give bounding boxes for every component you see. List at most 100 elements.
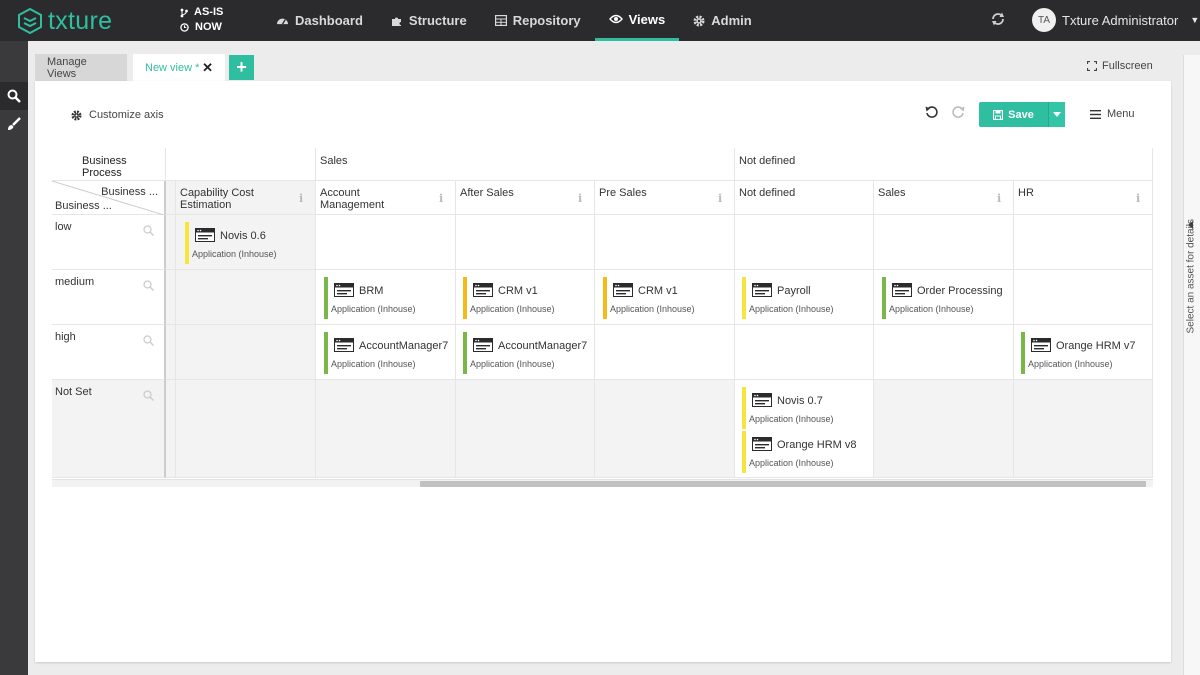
row-header[interactable]: high: [52, 325, 166, 380]
info-icon[interactable]: i: [1136, 193, 1142, 205]
matrix-cell: [1014, 215, 1153, 270]
details-sidepanel[interactable]: Select an asset for details: [1183, 55, 1200, 675]
matrix-cell: [176, 270, 316, 325]
save-label: Save: [1008, 108, 1034, 121]
branch-icon: [180, 8, 188, 17]
matrix-cell: [874, 215, 1014, 270]
fullscreen-button[interactable]: Fullscreen: [1087, 60, 1153, 72]
redo-button[interactable]: [952, 105, 965, 123]
axis-title-business-process: Business Process: [52, 148, 166, 181]
txture-logo[interactable]: txture: [18, 6, 112, 36]
eye-icon: [608, 14, 623, 24]
asset-card[interactable]: AccountManager7 Application (Inhouse): [463, 332, 593, 374]
search-icon: [7, 89, 21, 103]
row-header[interactable]: low: [52, 215, 166, 270]
row-header-label: medium: [55, 276, 95, 288]
asset-card[interactable]: CRM v1 Application (Inhouse): [603, 277, 733, 319]
matrix-cell: [316, 380, 456, 478]
search-icon[interactable]: [143, 335, 154, 346]
main-nav: Dashboard Structure Repository Views Adm…: [262, 0, 766, 41]
caret-down-icon: [1053, 112, 1061, 117]
application-icon: [1031, 338, 1051, 352]
gear-icon: [71, 109, 82, 121]
column-header[interactable]: Sales i: [874, 181, 1014, 215]
undo-button[interactable]: [925, 105, 938, 123]
floppy-icon: [993, 109, 1004, 120]
asset-type: Application (Inhouse): [610, 304, 695, 314]
horizontal-scrollbar[interactable]: [52, 479, 1153, 487]
status-bar: [463, 332, 467, 374]
expand-icon: [1087, 61, 1097, 71]
column-header[interactable]: Not defined: [735, 181, 874, 215]
tab-new-view[interactable]: New view * ✕: [133, 54, 225, 81]
view-panel: Customize axis Save Menu Business Proces…: [35, 81, 1171, 662]
asset-card[interactable]: Orange HRM v7 Application (Inhouse): [1021, 332, 1151, 374]
group-header-not-defined: Not defined: [735, 148, 1153, 181]
asset-type: Application (Inhouse): [331, 359, 416, 369]
info-icon[interactable]: i: [578, 193, 584, 205]
asset-name: AccountManager7: [498, 340, 588, 352]
info-icon[interactable]: i: [439, 193, 445, 205]
status-bar: [742, 277, 746, 319]
spacer-cell: [166, 380, 176, 478]
asset-card[interactable]: Novis 0.7 Application (Inhouse): [742, 387, 872, 429]
nav-views[interactable]: Views: [594, 0, 680, 41]
time-selector[interactable]: AS-IS NOW: [180, 5, 223, 35]
style-tool-button[interactable]: [0, 110, 28, 138]
column-header[interactable]: Capability Cost Estimation i: [176, 181, 316, 215]
nav-admin[interactable]: Admin: [679, 0, 765, 41]
info-icon[interactable]: i: [718, 193, 724, 205]
asset-name: AccountManager7: [359, 340, 449, 352]
logo-hexagon-icon: [18, 8, 42, 34]
user-menu[interactable]: TA Txture Administrator ▼: [1032, 8, 1199, 32]
column-header[interactable]: After Sales i: [456, 181, 595, 215]
asset-card[interactable]: Orange HRM v8 Application (Inhouse): [742, 431, 872, 473]
close-icon[interactable]: ✕: [202, 60, 213, 76]
asset-type: Application (Inhouse): [331, 304, 416, 314]
asset-name: BRM: [359, 285, 384, 297]
nav-structure[interactable]: Structure: [377, 0, 481, 41]
info-icon[interactable]: i: [997, 193, 1003, 205]
nav-views-label: Views: [628, 11, 666, 27]
scrollbar-thumb[interactable]: [420, 481, 1146, 487]
asset-card[interactable]: BRM Application (Inhouse): [324, 277, 454, 319]
search-tool-button[interactable]: [0, 82, 28, 110]
search-icon[interactable]: [143, 280, 154, 291]
spacer-column: [166, 181, 176, 215]
nav-dashboard[interactable]: Dashboard: [262, 0, 377, 41]
row-header[interactable]: Not Set: [52, 380, 166, 478]
info-icon[interactable]: i: [299, 193, 305, 205]
application-icon: [613, 283, 633, 297]
row-header[interactable]: medium: [52, 270, 166, 325]
row-header-label: high: [55, 331, 76, 343]
asset-card[interactable]: Order Processing Application (Inhouse): [882, 277, 1012, 319]
status-bar: [324, 332, 328, 374]
search-icon[interactable]: [143, 390, 154, 401]
column-header[interactable]: Account Management i: [316, 181, 456, 215]
column-header[interactable]: HR i: [1014, 181, 1153, 215]
asset-type: Application (Inhouse): [470, 359, 555, 369]
plus-icon: +: [236, 57, 247, 77]
application-icon: [473, 338, 493, 352]
save-options-toggle[interactable]: [1048, 102, 1065, 127]
redo-icon: [952, 106, 965, 118]
menu-button[interactable]: Menu: [1090, 108, 1135, 120]
save-button[interactable]: Save: [979, 102, 1065, 127]
asset-name: CRM v1: [638, 285, 678, 297]
search-icon[interactable]: [143, 225, 154, 236]
asset-card[interactable]: CRM v1 Application (Inhouse): [463, 277, 593, 319]
asset-card[interactable]: AccountManager7 Application (Inhouse): [324, 332, 454, 374]
column-header-label: Not defined: [739, 187, 796, 199]
application-icon: [473, 283, 493, 297]
customize-axis-button[interactable]: Customize axis: [71, 109, 164, 121]
group-header-empty: [166, 148, 316, 181]
asset-card[interactable]: Payroll Application (Inhouse): [742, 277, 872, 319]
nav-repository[interactable]: Repository: [481, 0, 595, 41]
column-header-label: HR: [1018, 187, 1034, 199]
column-header[interactable]: Pre Sales i: [595, 181, 735, 215]
add-tab-button[interactable]: +: [229, 55, 254, 80]
sync-icon[interactable]: [990, 11, 1006, 32]
tab-manage-views[interactable]: Manage Views: [35, 54, 127, 81]
asset-card[interactable]: Novis 0.6 Application (Inhouse): [185, 222, 315, 264]
status-bar: [324, 277, 328, 319]
